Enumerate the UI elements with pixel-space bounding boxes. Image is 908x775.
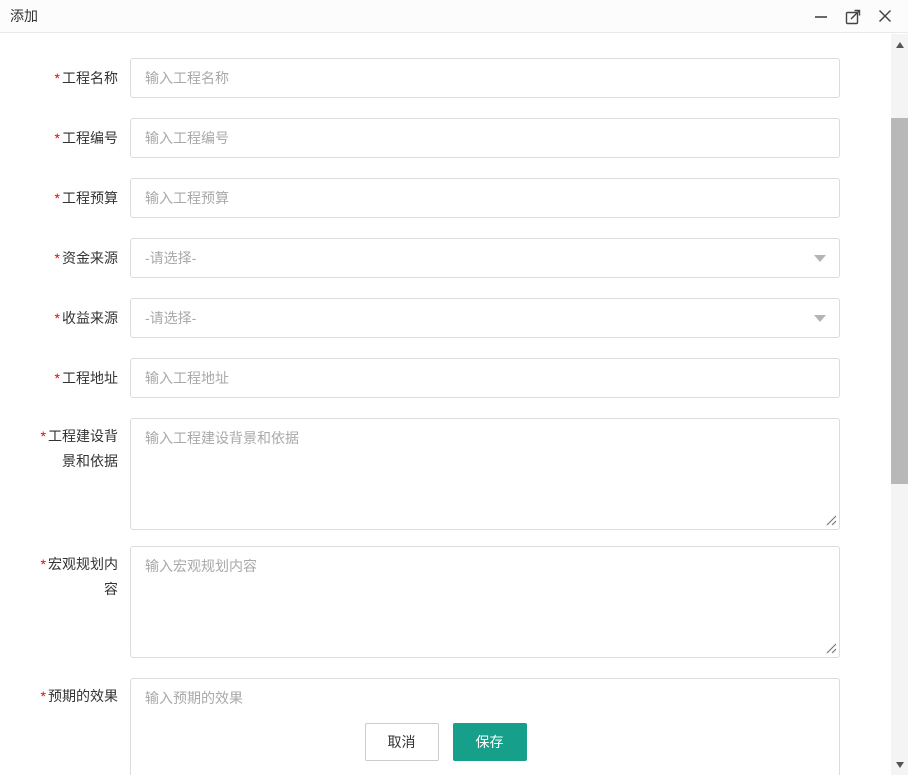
form-row-project-address: * 工程地址 <box>30 358 891 398</box>
field-label: * 资金来源 <box>54 249 118 266</box>
field-label: * 工程编号 <box>54 129 118 146</box>
project-address-input[interactable] <box>130 358 840 398</box>
required-asterisk: * <box>40 428 46 444</box>
chevron-down-icon <box>814 255 826 262</box>
dialog-content: *工程名称 *工程编号 *工程预算 *资金来源 -请选择- <box>0 34 891 775</box>
minimize-button[interactable] <box>812 7 830 25</box>
required-asterisk: * <box>54 189 60 206</box>
required-asterisk: * <box>54 249 60 266</box>
form-row-project-name: * 工程名称 <box>30 58 891 98</box>
required-asterisk: * <box>54 129 60 146</box>
required-asterisk: * <box>54 369 60 386</box>
field-label: * 工程建设背景和依据 <box>40 428 118 469</box>
project-code-input[interactable] <box>130 118 840 158</box>
project-budget-input[interactable] <box>130 178 840 218</box>
field-label: * 宏观规划内容 <box>40 556 118 597</box>
scrollbar-thumb[interactable] <box>891 118 908 484</box>
window-controls <box>812 7 894 25</box>
form-row-funding-source: * 资金来源 -请选择- <box>30 238 891 278</box>
form-row-macro-planning: * 宏观规划内容 <box>30 546 891 658</box>
textarea-resize-grip-icon[interactable] <box>826 515 837 526</box>
chevron-down-icon <box>814 315 826 322</box>
required-asterisk: * <box>54 309 60 326</box>
funding-source-select[interactable]: -请选择- <box>130 238 840 278</box>
title-bar: 添加 <box>0 0 908 33</box>
scroll-up-arrow-icon <box>895 41 904 48</box>
form-row-project-code: * 工程编号 <box>30 118 891 158</box>
cancel-button[interactable]: 取消 <box>364 723 439 761</box>
close-icon <box>878 9 892 23</box>
add-dialog-window: 添加 *工程名称 *工程编号 <box>0 0 908 775</box>
select-value: -请选择- <box>145 310 197 326</box>
required-asterisk: * <box>40 556 46 572</box>
form-row-income-source: * 收益来源 -请选择- <box>30 298 891 338</box>
textarea-resize-grip-icon[interactable] <box>826 643 837 654</box>
field-label: * 预期的效果 <box>40 688 118 704</box>
select-value: -请选择- <box>145 250 197 266</box>
required-asterisk: * <box>54 69 60 86</box>
maximize-icon <box>845 9 860 24</box>
maximize-button[interactable] <box>844 7 862 25</box>
required-asterisk: * <box>40 688 46 704</box>
save-button[interactable]: 保存 <box>452 723 527 761</box>
minimize-icon <box>815 16 827 18</box>
field-label: * 工程预算 <box>54 189 118 206</box>
macro-planning-textarea[interactable] <box>130 546 840 658</box>
field-label: * 工程名称 <box>54 69 118 86</box>
form-row-project-budget: * 工程预算 <box>30 178 891 218</box>
project-name-input[interactable] <box>130 58 840 98</box>
dialog-title: 添加 <box>10 8 38 24</box>
field-label: * 收益来源 <box>54 309 118 326</box>
income-source-select[interactable]: -请选择- <box>130 298 840 338</box>
background-basis-textarea[interactable] <box>130 418 840 530</box>
scroll-up-button[interactable] <box>891 36 908 53</box>
field-label: * 工程地址 <box>54 369 118 386</box>
form-row-background-basis: * 工程建设背景和依据 <box>30 418 891 530</box>
close-button[interactable] <box>876 7 894 25</box>
scroll-down-arrow-icon <box>895 761 904 768</box>
scroll-down-button[interactable] <box>891 756 908 773</box>
vertical-scrollbar[interactable] <box>891 34 908 775</box>
add-form: *工程名称 *工程编号 *工程预算 *资金来源 -请选择- <box>0 34 891 775</box>
